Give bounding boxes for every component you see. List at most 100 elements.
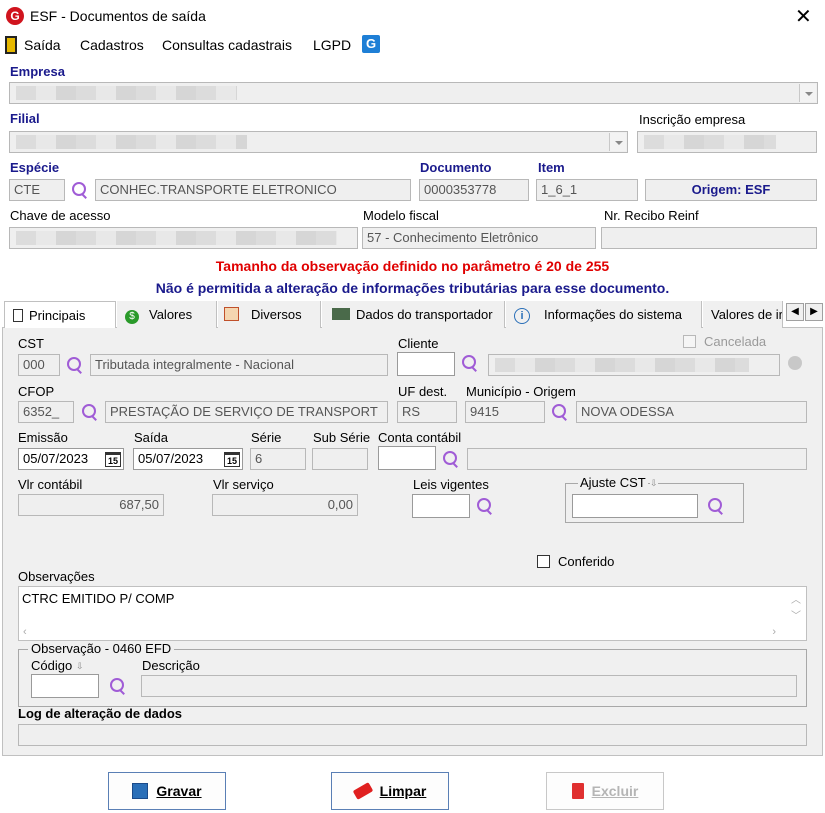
money-icon: $: [125, 310, 139, 324]
conta-label: Conta contábil: [378, 430, 462, 445]
exit-door-icon: [5, 36, 17, 54]
municipio-code-field[interactable]: 9415: [465, 401, 545, 423]
conferido-label: Conferido: [558, 554, 615, 569]
obs-label: Observações: [18, 569, 95, 584]
municipio-search-icon[interactable]: [551, 403, 569, 421]
codigo-label: Código: [31, 658, 73, 673]
modelo-field: 57 - Conhecimento Eletrônico: [362, 227, 596, 249]
tab-principais-label: Principais: [29, 308, 86, 323]
cliente-field[interactable]: [397, 352, 455, 376]
obs-scroll-right-icon[interactable]: ›: [772, 626, 776, 638]
cfop-label: CFOP: [18, 384, 55, 399]
limpar-label: Limpar: [379, 783, 427, 799]
tab-diversos[interactable]: Diversos: [218, 301, 321, 328]
cst-search-icon[interactable]: [66, 356, 84, 374]
menu-item-saida[interactable]: Saída: [24, 37, 61, 53]
menu-item-consultas[interactable]: Consultas cadastrais: [162, 37, 292, 53]
cst-code-field[interactable]: 000: [18, 354, 60, 376]
obs-scroll-left-icon[interactable]: ‹: [23, 626, 27, 638]
tab-transportador[interactable]: Dados do transportador: [322, 301, 505, 328]
emissao-value: 05/07/2023: [23, 451, 89, 466]
municipio-desc-field: NOVA ODESSA: [576, 401, 807, 423]
excluir-label: Excluir: [591, 783, 639, 799]
serie-field: 6: [250, 448, 306, 470]
tab-scroll-left[interactable]: ◀: [786, 303, 804, 321]
modelo-label: Modelo fiscal: [363, 208, 439, 223]
cfop-code-field[interactable]: 6352_: [18, 401, 74, 423]
obs-efd-label: Observação - 0460 EFD: [28, 641, 175, 656]
cst-desc-field: Tributada integralmente - Nacional: [90, 354, 388, 376]
item-field: 1_6_1: [536, 179, 638, 201]
vlr-servico-field: 0,00: [212, 494, 358, 516]
recibo-field: [601, 227, 817, 249]
close-icon[interactable]: ✕: [795, 4, 812, 29]
obs-scroll-up-icon[interactable]: ︿: [791, 591, 801, 606]
especie-search-icon[interactable]: [71, 181, 89, 199]
menu-bar: Saída Cadastros Consultas cadastrais LGP…: [0, 34, 825, 58]
codigo-search-icon[interactable]: [109, 677, 127, 695]
warning-red: Tamanho da observação definido no parâme…: [215, 258, 610, 274]
emissao-calendar-icon[interactable]: 15: [105, 452, 121, 467]
excluir-button[interactable]: Excluir: [546, 772, 664, 810]
leis-search-icon[interactable]: [476, 497, 494, 515]
vlr-servico-label: Vlr serviço: [213, 477, 274, 492]
cfop-search-icon[interactable]: [81, 403, 99, 421]
saida-calendar-icon[interactable]: 15: [224, 452, 240, 467]
especie-code-field[interactable]: CTE: [9, 179, 65, 201]
vlr-contabil-label: Vlr contábil: [18, 477, 83, 492]
tab-valores[interactable]: $ Valores: [117, 301, 217, 328]
ajuste-cst-label: Ajuste CST: [578, 475, 648, 490]
filial-select[interactable]: [9, 131, 628, 153]
gravar-button[interactable]: Gravar: [108, 772, 226, 810]
vlr-contabil-value: 687,50: [119, 497, 159, 512]
saida-field[interactable]: 05/07/2023 15: [133, 448, 243, 470]
chave-field: [9, 227, 358, 249]
especie-desc-field: CONHEC.TRANSPORTE ELETRONICO: [95, 179, 411, 201]
cliente-name-field: [488, 354, 780, 376]
trash-icon: [571, 783, 584, 799]
eraser-icon: [352, 782, 373, 800]
subserie-field: [312, 448, 368, 470]
cliente-search-icon[interactable]: [461, 354, 479, 372]
descricao-field: [141, 675, 797, 697]
tab-scroll-right[interactable]: ▶: [805, 303, 823, 321]
tab-valores-ir[interactable]: Valores de ir: [703, 301, 783, 328]
leis-field[interactable]: [412, 494, 470, 518]
conferido-checkbox[interactable]: [537, 555, 550, 568]
inscricao-label: Inscrição empresa: [639, 112, 746, 127]
cliente-label: Cliente: [398, 336, 439, 351]
obs-text: CTRC EMITIDO P/ COMP: [22, 591, 175, 606]
tab-transportador-label: Dados do transportador: [356, 307, 493, 322]
recibo-label: Nr. Recibo Reinf: [604, 208, 699, 223]
empresa-label: Empresa: [10, 64, 65, 79]
descricao-label: Descrição: [142, 658, 200, 673]
tab-valores-label: Valores: [149, 307, 193, 322]
conta-search-icon[interactable]: [442, 450, 460, 468]
limpar-button[interactable]: Limpar: [331, 772, 449, 810]
conta-field[interactable]: [378, 446, 436, 470]
cst-label: CST: [18, 336, 44, 351]
tab-principais[interactable]: Principais: [4, 301, 116, 328]
menu-item-lgpd[interactable]: LGPD: [313, 37, 351, 53]
info-icon: i: [514, 308, 530, 324]
conta-desc-field: [467, 448, 807, 470]
codigo-arrow-icon: ⇩: [76, 661, 84, 671]
ajuste-cst-field[interactable]: [572, 494, 698, 518]
empresa-select[interactable]: [9, 82, 818, 104]
cfop-desc-field: PRESTAÇÃO DE SERVIÇO DE TRANSPORT: [105, 401, 388, 423]
cliente-globe-icon: [788, 356, 802, 370]
emissao-field[interactable]: 05/07/2023 15: [18, 448, 124, 470]
menu-item-cadastros[interactable]: Cadastros: [80, 37, 144, 53]
subserie-label: Sub Série: [313, 430, 371, 445]
lgpd-logo-icon[interactable]: G: [362, 35, 380, 53]
ajuste-cst-search-icon[interactable]: [707, 497, 725, 515]
tab-info-sistema[interactable]: i Informações do sistema: [506, 301, 702, 328]
cancelada-checkbox: [683, 335, 696, 348]
obs-textarea[interactable]: CTRC EMITIDO P/ COMP ︿ ﹀ ‹ ›: [18, 586, 807, 641]
especie-label: Espécie: [10, 160, 60, 175]
codigo-field[interactable]: [31, 674, 99, 698]
uf-field: RS: [397, 401, 457, 423]
vlr-contabil-field: 687,50: [18, 494, 164, 516]
obs-scroll-down-icon[interactable]: ﹀: [791, 607, 801, 622]
emissao-label: Emissão: [18, 430, 68, 445]
